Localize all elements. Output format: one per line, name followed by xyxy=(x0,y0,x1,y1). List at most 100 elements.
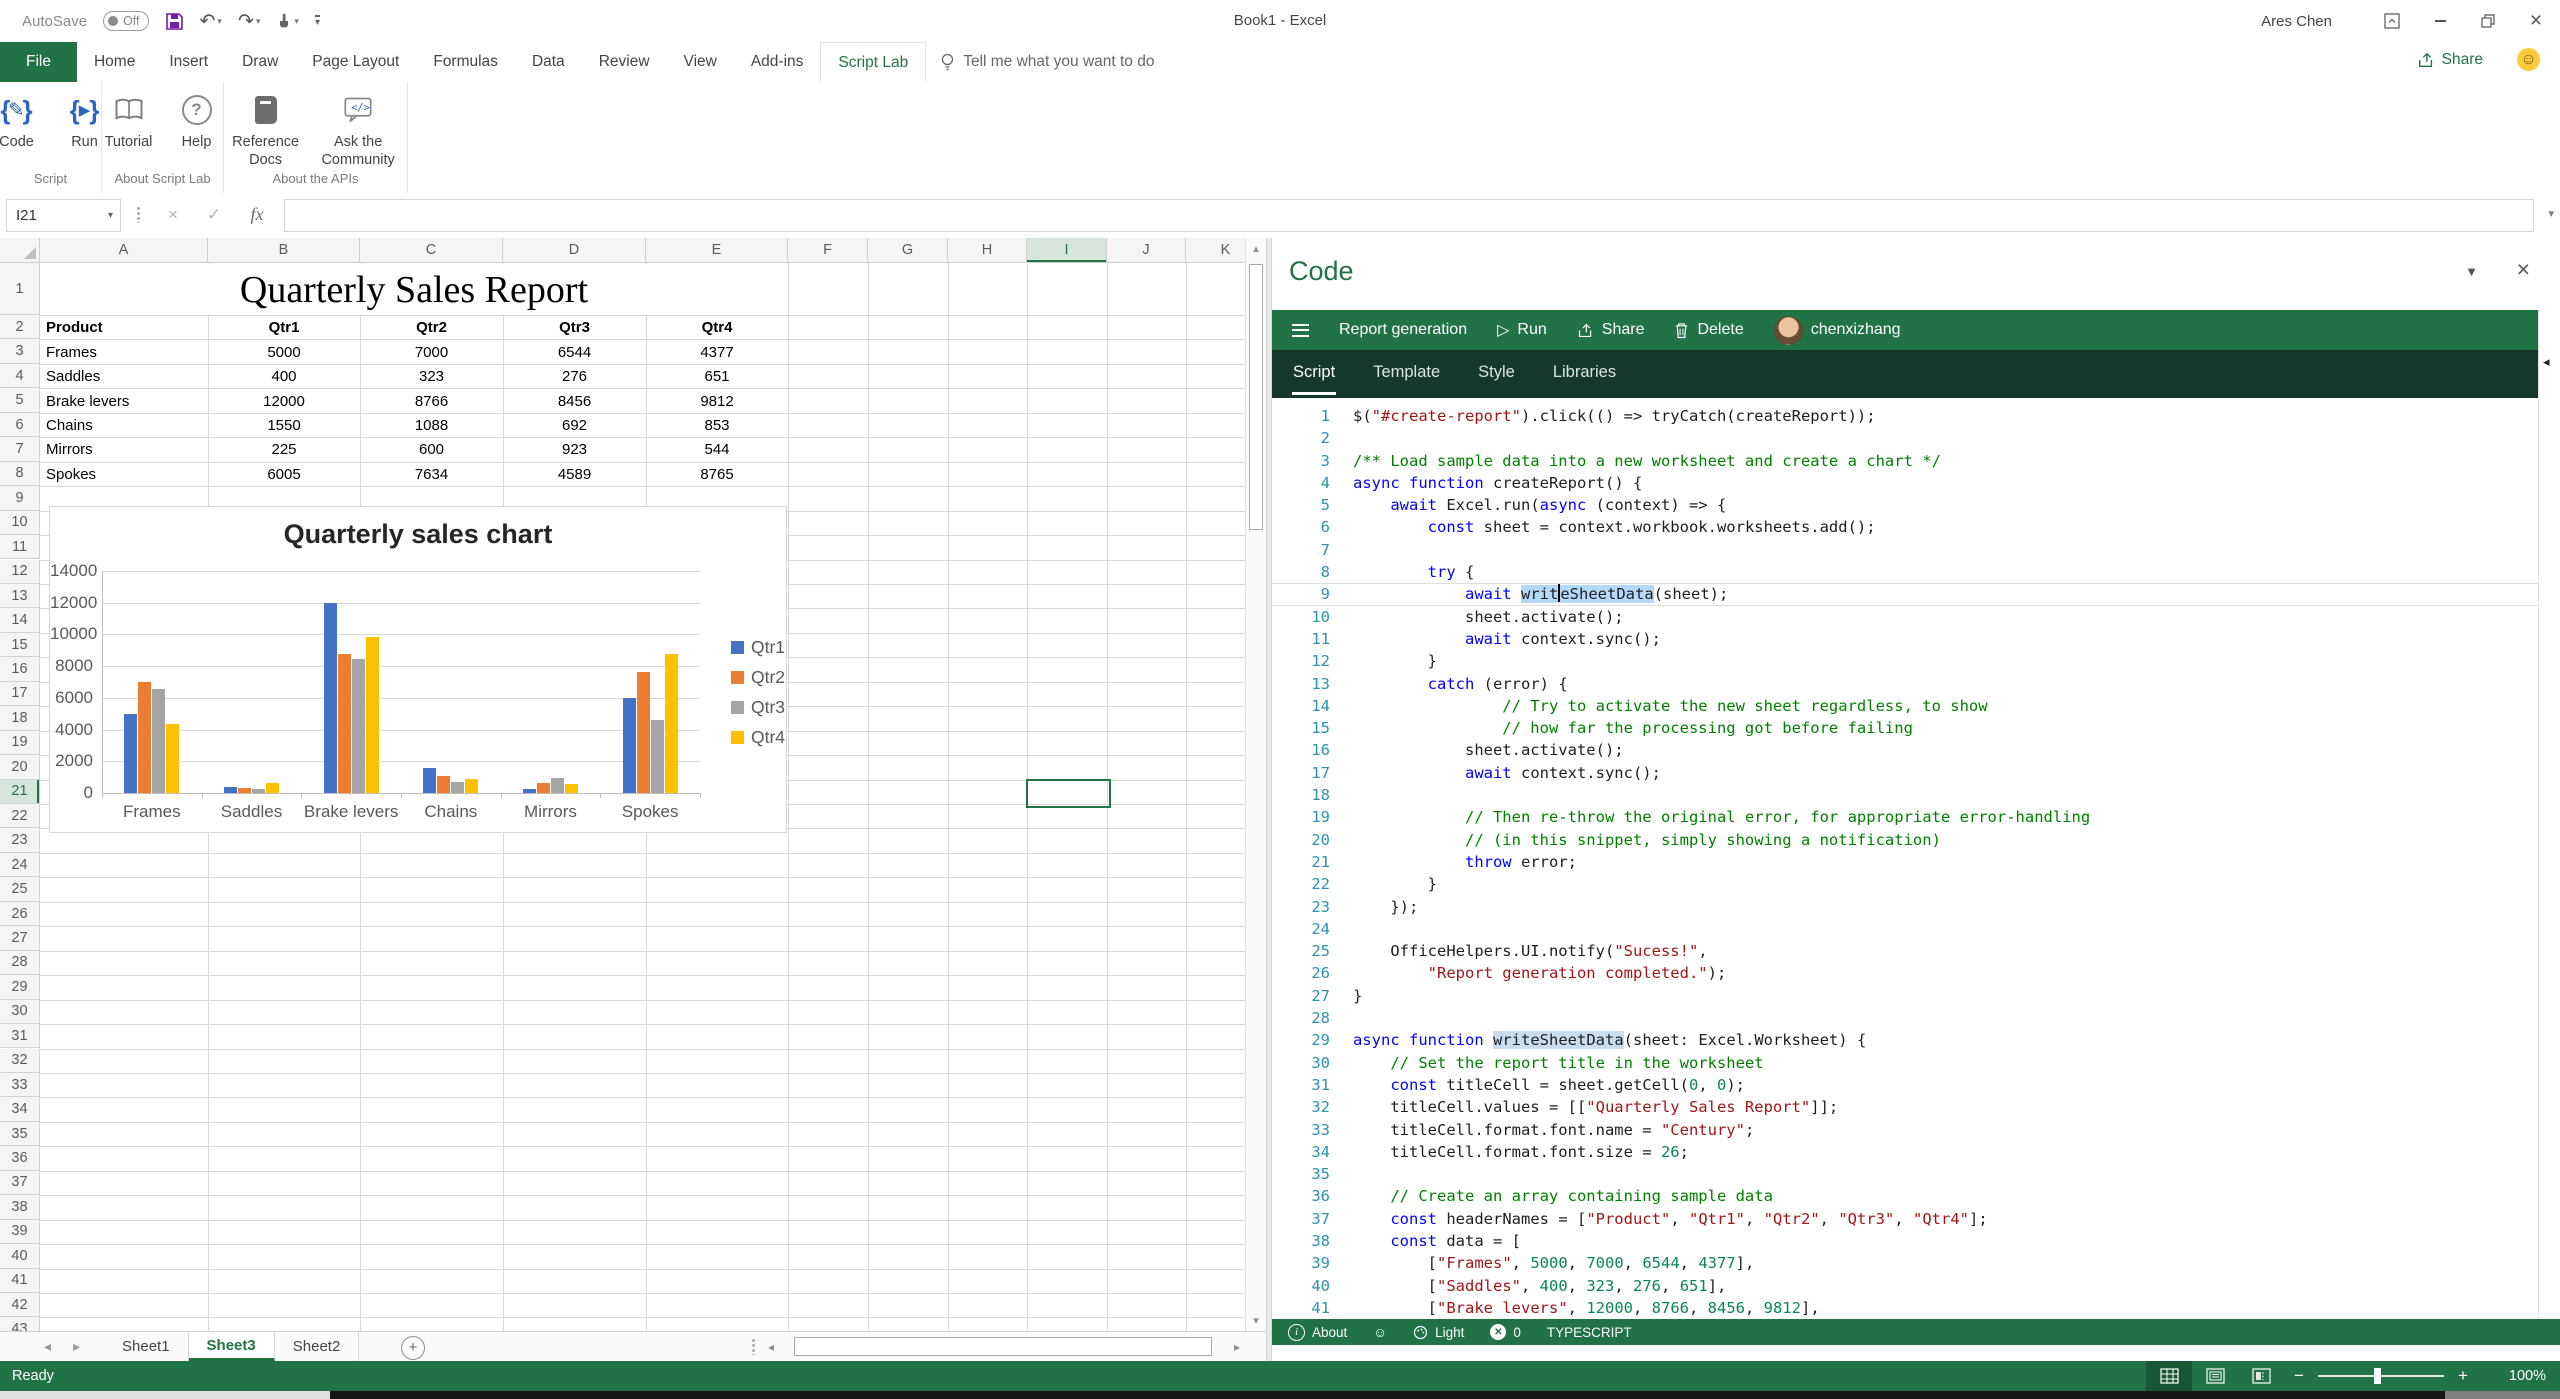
column-header-A[interactable]: A xyxy=(40,238,208,263)
row-header-20[interactable]: 20 xyxy=(0,755,40,779)
row-header-23[interactable]: 23 xyxy=(0,828,40,852)
column-header-B[interactable]: B xyxy=(208,238,360,263)
column-header-H[interactable]: H xyxy=(948,238,1027,263)
ribbon-tab-home[interactable]: Home xyxy=(77,42,152,82)
hscroll-left-icon[interactable]: ◂ xyxy=(768,1332,774,1361)
ribbon-tab-add-ins[interactable]: Add-ins xyxy=(734,42,821,82)
feedback-smiley-button[interactable]: ☺ xyxy=(1373,1325,1387,1340)
row-header-19[interactable]: 19 xyxy=(0,731,40,755)
row-header-36[interactable]: 36 xyxy=(0,1146,40,1170)
grid-cell[interactable]: 12000 xyxy=(209,389,359,412)
row-header-4[interactable]: 4 xyxy=(0,364,40,388)
row-header-13[interactable]: 13 xyxy=(0,584,40,608)
ribbon-tab-view[interactable]: View xyxy=(667,42,734,82)
formula-bar-expand-icon[interactable]: ▾ xyxy=(2548,207,2554,220)
tutorial-button[interactable]: Tutorial xyxy=(96,88,162,153)
horizontal-scrollbar-thumb[interactable] xyxy=(794,1337,1212,1356)
column-header-F[interactable]: F xyxy=(788,238,868,263)
row-header-37[interactable]: 37 xyxy=(0,1171,40,1195)
row-header-11[interactable]: 11 xyxy=(0,535,40,559)
grid-cell[interactable]: 651 xyxy=(647,365,787,388)
row-header-10[interactable]: 10 xyxy=(0,511,40,535)
code-line-11[interactable]: 11 await context.sync(); xyxy=(1272,628,2538,650)
next-sheet-icon[interactable]: ▸ xyxy=(73,1338,80,1355)
grid-cell[interactable]: Qtr1 xyxy=(209,316,359,339)
pane-tab-template[interactable]: Template xyxy=(1372,350,1441,398)
column-header-G[interactable]: G xyxy=(868,238,948,263)
restore-button[interactable] xyxy=(2464,0,2512,42)
code-line-17[interactable]: 17 await context.sync(); xyxy=(1272,762,2538,784)
grid-cell[interactable]: Qtr2 xyxy=(361,316,502,339)
code-line-35[interactable]: 35 xyxy=(1272,1163,2538,1185)
column-header-D[interactable]: D xyxy=(503,238,646,263)
pane-tab-script[interactable]: Script xyxy=(1292,350,1336,398)
row-header-24[interactable]: 24 xyxy=(0,853,40,877)
tell-me-box[interactable]: Tell me what you want to do xyxy=(940,42,1154,82)
code-line-8[interactable]: 8 try { xyxy=(1272,561,2538,583)
grid-cell[interactable]: 4589 xyxy=(504,463,645,486)
code-line-37[interactable]: 37 const headerNames = ["Product", "Qtr1… xyxy=(1272,1208,2538,1230)
ribbon-tab-review[interactable]: Review xyxy=(582,42,667,82)
column-header-J[interactable]: J xyxy=(1107,238,1186,263)
code-line-23[interactable]: 23 }); xyxy=(1272,896,2538,918)
grid-cell[interactable]: 692 xyxy=(504,414,645,437)
worksheet-grid[interactable]: ABCDEFGHIJK12345678910111213141516171819… xyxy=(0,238,1245,1331)
reference-docs-button[interactable]: Reference Docs xyxy=(224,88,307,171)
ribbon-tab-insert[interactable]: Insert xyxy=(152,42,225,82)
code-line-10[interactable]: 10 sheet.activate(); xyxy=(1272,606,2538,628)
grid-cell[interactable]: Product xyxy=(41,316,207,339)
code-line-24[interactable]: 24 xyxy=(1272,918,2538,940)
zoom-out-button[interactable]: − xyxy=(2284,1366,2314,1386)
code-line-14[interactable]: 14 // Try to activate the new sheet rega… xyxy=(1272,695,2538,717)
prev-sheet-icon[interactable]: ◂ xyxy=(44,1338,51,1355)
grid-cell[interactable]: 853 xyxy=(647,414,787,437)
row-header-15[interactable]: 15 xyxy=(0,633,40,657)
code-line-18[interactable]: 18 xyxy=(1272,784,2538,806)
row-header-9[interactable]: 9 xyxy=(0,486,40,510)
grid-cell[interactable]: 9812 xyxy=(647,389,787,412)
grid-cell[interactable]: 7000 xyxy=(361,340,502,363)
help-button[interactable]: ?Help xyxy=(164,88,230,153)
pane-tab-style[interactable]: Style xyxy=(1477,350,1516,398)
row-header-22[interactable]: 22 xyxy=(0,804,40,828)
grid-cell[interactable]: 7634 xyxy=(361,463,502,486)
zoom-slider-thumb[interactable] xyxy=(2374,1368,2381,1384)
column-header-I[interactable]: I xyxy=(1027,238,1107,263)
vertical-scrollbar[interactable]: ▴ ▾ xyxy=(1245,238,1266,1331)
select-all-corner[interactable] xyxy=(0,238,40,263)
row-header-12[interactable]: 12 xyxy=(0,560,40,584)
row-header-5[interactable]: 5 xyxy=(0,388,40,412)
code-line-33[interactable]: 33 titleCell.format.font.name = "Century… xyxy=(1272,1119,2538,1141)
row-header-1[interactable]: 1 xyxy=(0,263,40,315)
zoom-level[interactable]: 100% xyxy=(2488,1368,2546,1384)
grid-cell[interactable]: Spokes xyxy=(41,463,207,486)
ribbon-tab-script-lab[interactable]: Script Lab xyxy=(820,42,926,82)
row-header-18[interactable]: 18 xyxy=(0,706,40,730)
ribbon-tab-formulas[interactable]: Formulas xyxy=(416,42,515,82)
snippet-name[interactable]: Report generation xyxy=(1339,321,1467,339)
zoom-slider[interactable] xyxy=(2318,1375,2444,1377)
row-header-3[interactable]: 3 xyxy=(0,339,40,363)
formula-bar-grip[interactable] xyxy=(137,206,140,223)
column-header-K[interactable]: K xyxy=(1186,238,1245,263)
code-line-22[interactable]: 22 } xyxy=(1272,873,2538,895)
code-line-6[interactable]: 6 const sheet = context.workbook.workshe… xyxy=(1272,516,2538,538)
code-line-34[interactable]: 34 titleCell.format.font.size = 26; xyxy=(1272,1141,2538,1163)
grid-cell[interactable]: 6005 xyxy=(209,463,359,486)
row-header-33[interactable]: 33 xyxy=(0,1073,40,1097)
vertical-scrollbar-thumb[interactable] xyxy=(1249,264,1263,530)
scroll-down-icon[interactable]: ▾ xyxy=(1246,1314,1266,1327)
row-header-31[interactable]: 31 xyxy=(0,1024,40,1048)
ribbon-tab-file[interactable]: File xyxy=(0,42,77,82)
pane-tab-libraries[interactable]: Libraries xyxy=(1552,350,1617,398)
error-count[interactable]: ✕ 0 xyxy=(1490,1324,1521,1340)
grid-cell[interactable]: 544 xyxy=(647,438,787,461)
pane-scrollbar[interactable]: ◂ xyxy=(2538,310,2560,1319)
pane-menu-caret-icon[interactable]: ▼ xyxy=(2465,264,2478,279)
sheet-tab-sheet1[interactable]: Sheet1 xyxy=(104,1332,189,1361)
theme-toggle-button[interactable]: Light xyxy=(1413,1325,1464,1340)
code-line-19[interactable]: 19 // Then re-throw the original error, … xyxy=(1272,806,2538,828)
code-line-28[interactable]: 28 xyxy=(1272,1007,2538,1029)
code-line-27[interactable]: 27} xyxy=(1272,985,2538,1007)
grid-cell[interactable]: 1088 xyxy=(361,414,502,437)
